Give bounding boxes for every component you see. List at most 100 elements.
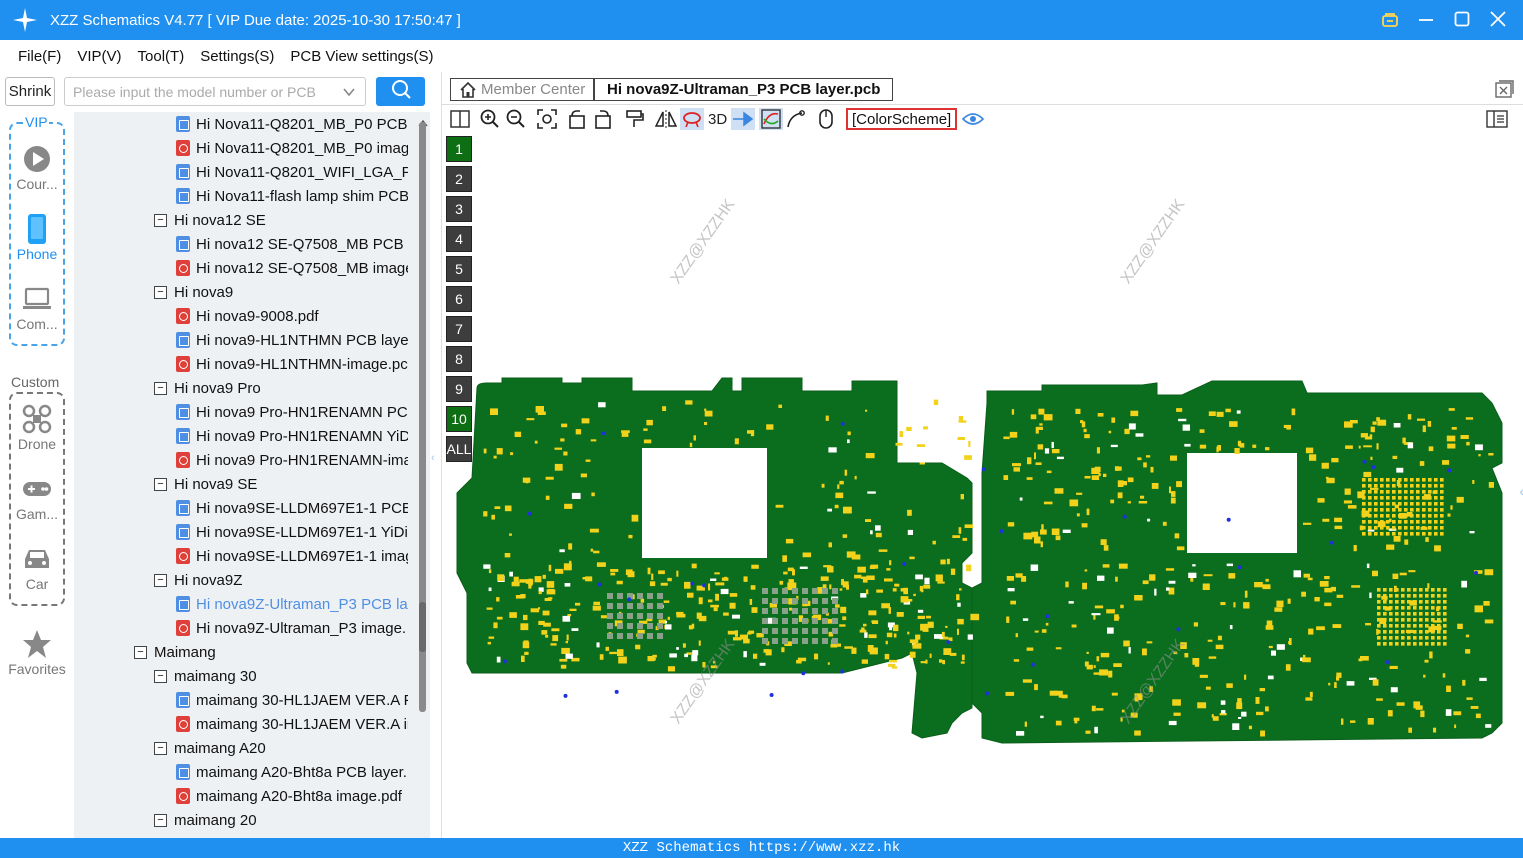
maximize-button[interactable] [1451,8,1473,30]
layer-button[interactable]: 8 [446,346,472,372]
nav-gaming[interactable]: Gam... [0,472,74,522]
tree-file[interactable]: maimang 30-HL1JAEM VER.A P [176,688,414,712]
tree-folder[interactable]: − maimang A20 [154,736,266,760]
nav-computer[interactable]: Com... [0,282,74,332]
pane-splitter[interactable]: ‹ [430,112,441,838]
collapse-toggle-icon[interactable]: − [134,645,147,659]
color-scheme-button[interactable]: [ColorScheme] [846,108,958,130]
nav-drone[interactable]: Drone [0,402,74,452]
collapse-toggle-icon[interactable]: − [154,813,167,827]
collapse-toggle-icon[interactable]: − [154,381,167,395]
tree-folder[interactable]: − maimang 20 [154,808,257,832]
collapse-arrow-icon[interactable]: ‹ [431,452,435,464]
nav-car[interactable]: Car [0,542,74,592]
layer-button[interactable]: 7 [446,316,472,342]
mirror-icon[interactable] [655,108,677,130]
pcb-canvas[interactable]: XZZ@XZZHK XZZ@XZZHK XZZ@XZZHK XZZ@XZZHK … [442,133,1523,838]
tree-folder[interactable]: − maimang 30 [154,664,257,688]
view-3d-button[interactable]: 3D [708,108,727,130]
menu-pcb-view-settings[interactable]: PCB View settings(S) [290,48,433,65]
eye-icon[interactable] [962,108,984,130]
tree-file[interactable]: Hi nova9SE-LLDM697E1-1 YiDia [176,520,416,544]
tree-file[interactable]: Hi nova9 Pro-HN1RENAMN YiD [176,424,410,448]
tree-file[interactable]: Hi Nova11-Q8201_MB_P0 image [176,136,418,160]
tree-file[interactable]: Hi Nova11-flash lamp shim PCB [176,184,409,208]
nav-courses[interactable]: Cour... [0,142,74,192]
menu-settings[interactable]: Settings(S) [200,48,274,65]
tree-folder[interactable]: − Hi nova9 Pro [154,376,261,400]
flip-board-icon[interactable] [680,108,704,130]
tree-file[interactable]: Hi nova9SE-LLDM697E1-1 imag [176,544,414,568]
close-button[interactable] [1487,8,1509,30]
tree-file[interactable]: Hi nova12 SE-Q7508_MB PCB la [176,232,419,256]
tree-file[interactable]: Hi nova9 Pro-HN1RENAMN PCI [176,400,412,424]
nav-favorites[interactable]: Favorites [0,627,74,677]
collapse-toggle-icon[interactable]: − [154,741,167,755]
measure-icon[interactable] [786,108,806,130]
collapse-toggle-icon[interactable]: − [154,285,167,299]
mouse-icon[interactable] [818,108,834,130]
tree-file[interactable]: maimang A20-Bht8a PCB layer. [176,760,407,784]
rotate-left-icon[interactable] [567,108,587,130]
tree-folder[interactable]: − Hi nova9Z [154,568,242,592]
tree-file[interactable]: Hi nova9-HL1NTHMN PCB layer [176,328,414,352]
tree-file[interactable]: Hi Nova11-Q8201_MB_P0 PCB l [176,112,415,136]
tree-file[interactable]: Hi nova9-9008.pdf [176,304,319,328]
minimize-button[interactable] [1415,8,1437,30]
tree-folder[interactable]: − Hi nova12 SE [154,208,266,232]
layer-button[interactable]: 4 [446,226,472,252]
tree-file[interactable]: Hi nova9Z-Ultraman_P3 PCB lay [176,592,415,616]
collapse-toggle-icon[interactable]: − [154,477,167,491]
tab-member-center[interactable]: Member Center [450,78,595,101]
layer-button[interactable]: 1 [446,136,472,162]
lock-icon[interactable] [1379,8,1401,30]
layer-button[interactable]: 5 [446,256,472,282]
collapse-toggle-icon[interactable]: − [154,573,167,587]
format-painter-icon[interactable] [624,108,644,130]
tree-folder[interactable]: − Hi nova9 [154,280,233,304]
layer-button[interactable]: 9 [446,376,472,402]
pcb-board-render[interactable] [442,133,1523,838]
shrink-button[interactable]: Shrink [5,77,55,106]
layer-button[interactable]: 10 [446,406,472,432]
tree-file[interactable]: Hi Nova11-Q8201_WIFI_LGA_P1 [176,160,420,184]
layer-button[interactable]: 6 [446,286,472,312]
tree-file[interactable]: Hi nova9 Pro-HN1RENAMN-ima [176,448,412,472]
fit-view-icon[interactable] [537,108,557,130]
bga-pad [1437,642,1441,646]
tree-file[interactable]: Hi nova12 SE-Q7508_MB image [176,256,414,280]
zoom-in-icon[interactable] [480,108,500,130]
collapse-toggle-icon[interactable]: − [154,213,167,227]
tree-folder[interactable]: − Hi nova9 SE [154,472,257,496]
menu-file[interactable]: File(F) [18,48,61,65]
menu-vip[interactable]: VIP(V) [77,48,121,65]
close-tabs-icon[interactable] [1494,79,1514,104]
trace-view-icon[interactable] [759,108,783,130]
search-button[interactable] [376,77,425,106]
collapse-toggle-icon[interactable]: − [154,669,167,683]
tree-folder[interactable]: − Maimang [134,640,216,664]
toggle-panel-icon[interactable] [450,108,470,130]
tree-file[interactable]: Hi nova9Z-Ultraman_P3 image. [176,616,406,640]
net-highlight-icon[interactable] [731,108,755,130]
layer-button[interactable]: 3 [446,196,472,222]
tab-pcb-file[interactable]: Hi nova9Z-Ultraman_P3 PCB layer.pcb [594,78,894,101]
rotate-right-icon[interactable] [593,108,613,130]
chevron-down-icon[interactable] [342,85,356,102]
bga-pad [1398,520,1402,524]
layer-button[interactable]: ALL [446,436,472,462]
side-panel-icon[interactable] [1486,108,1508,130]
zoom-out-icon[interactable] [506,108,526,130]
tree-scrollbar[interactable] [408,112,430,838]
menu-tool[interactable]: Tool(T) [138,48,185,65]
tree-file[interactable]: maimang A20-Bht8a image.pdf [176,784,402,808]
bga-pad [1389,588,1393,592]
layer-button[interactable]: 2 [446,166,472,192]
expand-arrow-icon[interactable]: ‹ [1519,483,1523,499]
tree-file[interactable]: Hi nova9-HL1NTHMN-image.pc [176,352,408,376]
tree-file[interactable]: maimang 30-HL1JAEM VER.A ir [176,712,412,736]
scrollbar-thumb[interactable] [419,602,426,652]
nav-phone[interactable]: Phone [0,212,74,262]
tree-file[interactable]: Hi nova9SE-LLDM697E1-1 PCB [176,496,412,520]
search-input[interactable]: Please input the model number or PCB [64,77,366,106]
